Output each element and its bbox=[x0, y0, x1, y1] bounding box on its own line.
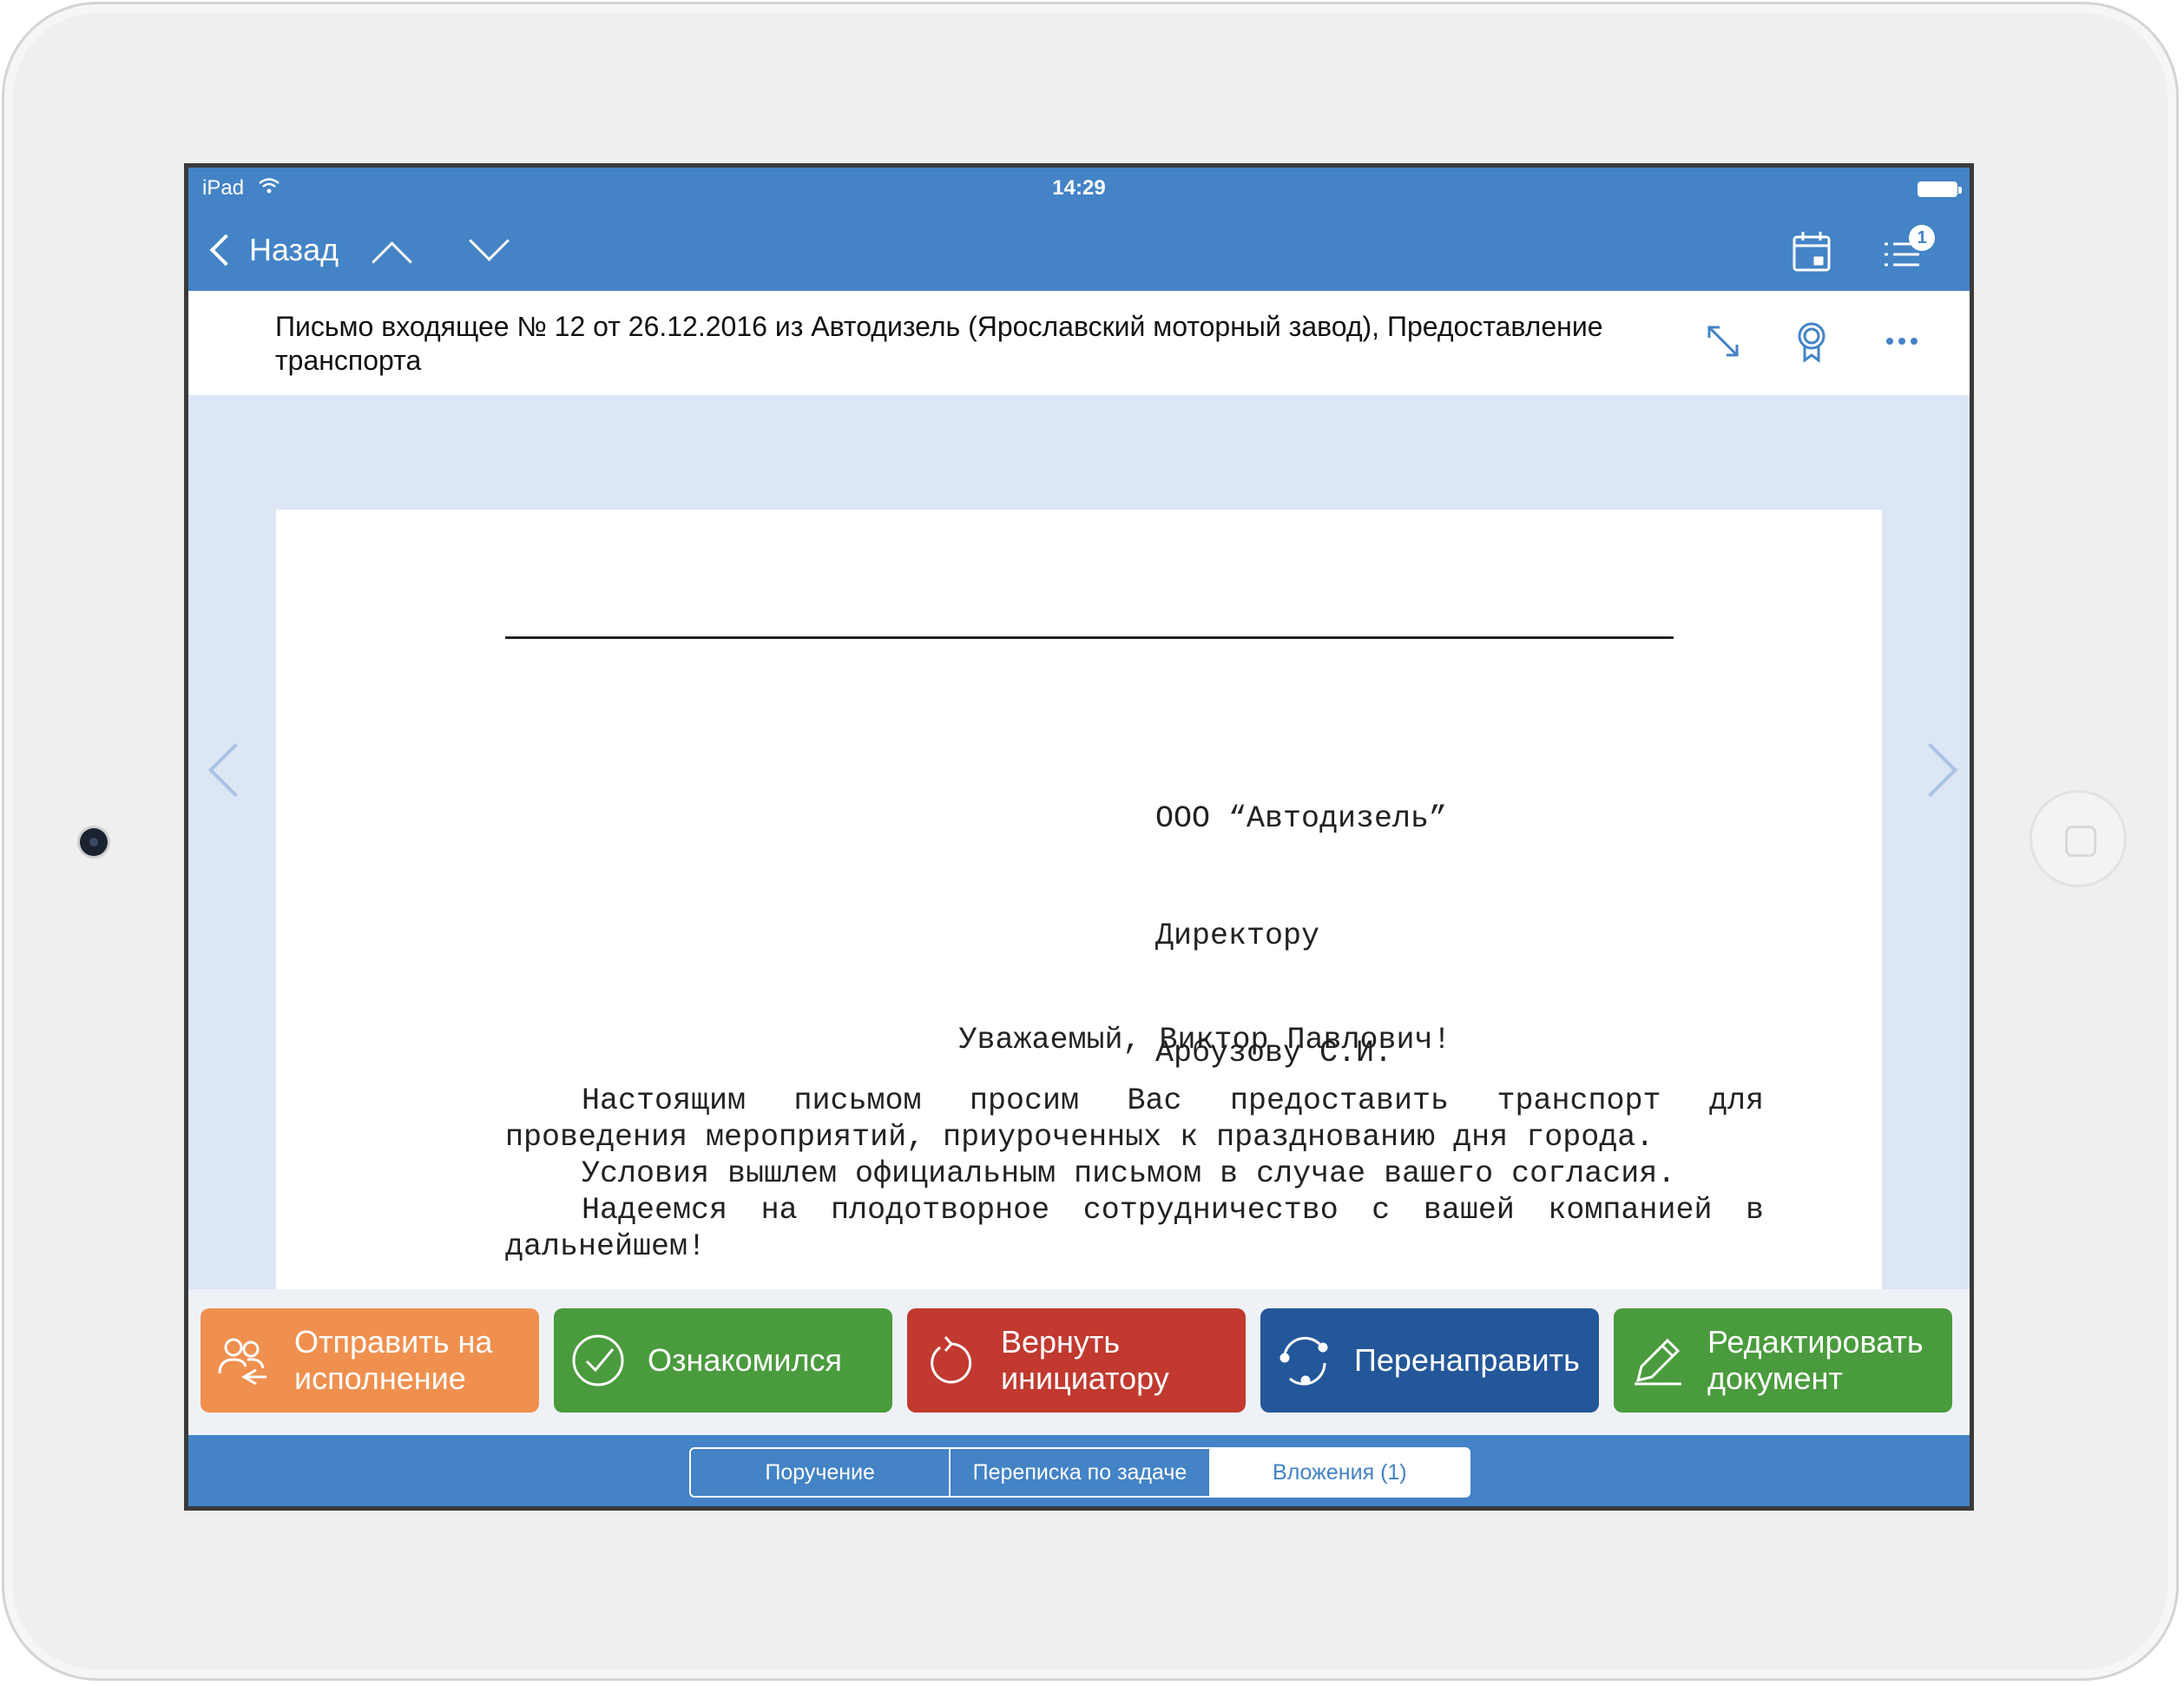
letter-paragraph: Условия вышлем официальным письмом в слу… bbox=[582, 1156, 1676, 1191]
letter-paragraph: Надеемся на плодотворное сотрудничество … bbox=[505, 1193, 1764, 1264]
clock: 14:29 bbox=[1052, 176, 1106, 200]
back-button[interactable]: Назад bbox=[207, 228, 339, 272]
previous-document-icon[interactable] bbox=[372, 241, 412, 282]
calendar-icon[interactable] bbox=[1786, 227, 1838, 279]
tab-attachments[interactable]: Вложения (1) bbox=[1210, 1449, 1469, 1496]
more-icon[interactable] bbox=[1878, 317, 1926, 366]
action-label: Вернуть инициатору bbox=[1001, 1324, 1169, 1396]
addressee-line: ООО “Автодизель” bbox=[1155, 801, 1448, 836]
task-list-icon[interactable]: 1 bbox=[1878, 225, 1935, 279]
header-rule bbox=[505, 636, 1674, 639]
battery-icon bbox=[1918, 181, 1962, 197]
action-label: Перенаправить bbox=[1354, 1342, 1580, 1378]
action-bar: Отправить на исполнение Ознакомился Верн… bbox=[188, 1289, 1970, 1435]
action-label: Редактировать документ bbox=[1707, 1324, 1924, 1396]
check-circle-icon bbox=[566, 1328, 630, 1393]
section-segmented-control: Поручение Переписка по задаче Вложения (… bbox=[689, 1447, 1470, 1498]
home-button[interactable] bbox=[2029, 790, 2127, 887]
bottom-tab-bar: Поручение Переписка по задаче Вложения (… bbox=[188, 1435, 1970, 1506]
action-label: Ознакомился bbox=[648, 1342, 842, 1378]
app-screen: iPad 14:29 Назад 1 Письмо входящее № 12 … bbox=[184, 163, 1974, 1511]
tab-instruction[interactable]: Поручение bbox=[691, 1449, 951, 1496]
acknowledge-button[interactable]: Ознакомился bbox=[554, 1308, 892, 1413]
redirect-button[interactable]: Перенаправить bbox=[1260, 1308, 1599, 1413]
status-bar: iPad 14:29 bbox=[188, 168, 1970, 211]
redirect-icon bbox=[1273, 1328, 1337, 1393]
letter-greeting: Уважаемый, Виктор Павлович! bbox=[958, 1023, 1451, 1057]
letter-paragraph: Настоящим письмом просим Вас предоставит… bbox=[505, 1083, 1764, 1155]
tab-task-correspondence[interactable]: Переписка по задаче bbox=[951, 1449, 1211, 1496]
pencil-icon bbox=[1626, 1328, 1690, 1393]
users-send-icon bbox=[213, 1328, 277, 1393]
expand-icon[interactable] bbox=[1699, 317, 1747, 366]
navigation-bar: Назад 1 bbox=[188, 211, 1970, 291]
tasks-badge: 1 bbox=[1909, 225, 1935, 251]
action-label: Отправить на исполнение bbox=[294, 1324, 493, 1396]
next-document-icon[interactable] bbox=[469, 221, 510, 261]
next-page-icon[interactable] bbox=[1903, 742, 1958, 798]
return-to-initiator-button[interactable]: Вернуть инициатору bbox=[907, 1308, 1246, 1413]
edit-document-button[interactable]: Редактировать документ bbox=[1614, 1308, 1952, 1413]
front-camera bbox=[80, 828, 108, 856]
document-viewer[interactable]: ООО “Автодизель” Директору Арбузову С.И.… bbox=[188, 395, 1970, 1289]
certificate-icon[interactable] bbox=[1787, 317, 1836, 366]
document-page: ООО “Автодизель” Директору Арбузову С.И.… bbox=[276, 510, 1882, 1289]
send-for-execution-button[interactable]: Отправить на исполнение bbox=[201, 1308, 539, 1413]
addressee-line: Директору bbox=[1155, 919, 1320, 953]
undo-icon bbox=[919, 1328, 983, 1393]
back-label: Назад bbox=[249, 232, 339, 267]
document-title: Письмо входящее № 12 от 26.12.2016 из Ав… bbox=[275, 311, 1603, 376]
previous-page-icon[interactable] bbox=[207, 742, 263, 798]
chevron-left-icon bbox=[209, 234, 242, 267]
document-header: Письмо входящее № 12 от 26.12.2016 из Ав… bbox=[188, 291, 1970, 397]
